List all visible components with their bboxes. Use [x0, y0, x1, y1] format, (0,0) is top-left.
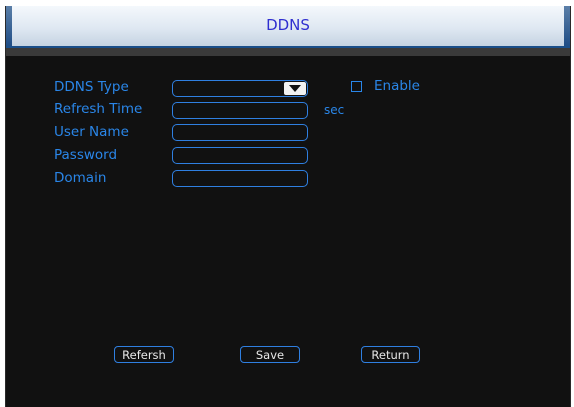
refresh-time-unit: sec [324, 103, 345, 117]
refresh-time-label: Refresh Time [54, 101, 143, 117]
ddns-type-label: DDNS Type [54, 79, 129, 95]
refresh-time-input[interactable] [172, 102, 308, 119]
title-bar: DDNS [6, 6, 570, 48]
dialog-title: DDNS [266, 16, 310, 34]
password-input[interactable] [172, 147, 308, 164]
save-button[interactable]: Save [240, 346, 300, 363]
password-label: Password [54, 147, 118, 163]
ddns-dialog: DDNS DDNS Type Enable Refresh Time sec U… [5, 6, 571, 407]
domain-input[interactable] [172, 170, 308, 187]
user-name-input[interactable] [172, 124, 308, 141]
chevron-down-icon[interactable] [284, 82, 306, 95]
refresh-button[interactable]: Refersh [114, 346, 174, 363]
ddns-type-select[interactable] [172, 80, 308, 97]
return-button[interactable]: Return [361, 346, 420, 363]
title-bar-right-cap [564, 6, 570, 46]
enable-label: Enable [374, 78, 420, 94]
user-name-label: User Name [54, 124, 129, 140]
domain-label: Domain [54, 170, 107, 186]
header-divider [6, 48, 570, 56]
enable-checkbox[interactable] [351, 81, 362, 92]
